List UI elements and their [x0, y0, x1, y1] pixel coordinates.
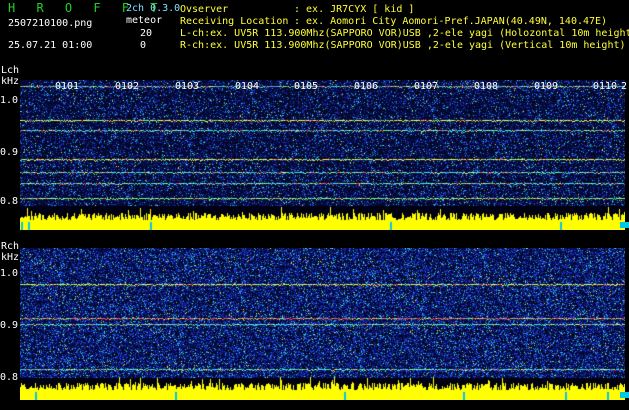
rch-ytick-0.9: 0.9 [0, 320, 19, 331]
time-tick: 0105 [294, 81, 319, 92]
rch-unit: kHz [1, 252, 20, 263]
lch-ytick-1.0: 1.0 [0, 95, 19, 106]
lch-ytick-0.9: 0.9 [0, 147, 19, 158]
time-tick: 0110 [593, 81, 618, 92]
rch-label: Rch [1, 241, 20, 252]
lch-unit: kHz [1, 76, 20, 87]
mode-label: 2ch 0.3.0 [126, 3, 181, 14]
lch-spectrogram [20, 80, 625, 230]
time-tick: 0106 [354, 81, 379, 92]
rch-ytick-0.8: 0.8 [0, 372, 19, 383]
meteor-label: meteor [126, 15, 163, 26]
datetime-label: 25.07.21 01:00 [8, 40, 93, 51]
meteor-count-bottom: 0 [140, 40, 147, 51]
lch-ytick-0.8: 0.8 [0, 196, 19, 207]
meteor-count-top: 20 [140, 28, 153, 39]
lch-waterfall-canvas [20, 80, 625, 230]
time-tick: 0107 [414, 81, 439, 92]
rch-spectrogram [20, 248, 625, 400]
location-label: Receiving Location [180, 16, 289, 27]
lch-label: Lch [1, 65, 20, 76]
time-tick: 0101 [55, 81, 80, 92]
time-tick: 0102 [115, 81, 140, 92]
filename-label: 2507210100.png [8, 18, 93, 29]
lch-scroll-marker [620, 222, 629, 228]
rch-info: R-ch:ex. UV5R 113.900Mhz(SAPPORO VOR)USB… [180, 40, 626, 51]
lch-info: L-ch:ex. UV5R 113.900Mhz(SAPPORO VOR)USB… [180, 28, 629, 39]
edge-label: 2 [621, 81, 628, 92]
observer-label: Ovserver [180, 4, 229, 15]
time-tick: 0109 [534, 81, 559, 92]
location-value: : ex. Aomori City Aomori-Pref.JAPAN(40.4… [294, 16, 608, 27]
rch-ytick-1.0: 1.0 [0, 268, 19, 279]
observer-value: : ex. JR7CYX [ kid ] [294, 4, 415, 15]
time-tick: 0103 [175, 81, 200, 92]
rch-scroll-marker [620, 392, 629, 398]
rch-waterfall-canvas [20, 248, 625, 400]
time-tick: 0104 [235, 81, 260, 92]
time-tick: 0108 [474, 81, 499, 92]
